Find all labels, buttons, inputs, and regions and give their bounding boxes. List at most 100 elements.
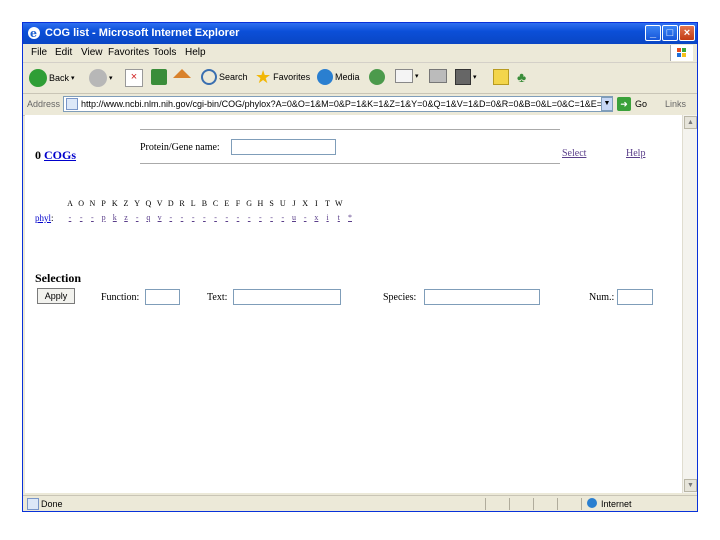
phyletic-link[interactable]: p [99,213,109,222]
menu-favorites[interactable]: Favorites [108,47,149,58]
menu-view[interactable]: View [81,47,103,58]
phyletic-letter: N [89,199,96,208]
phyletic-link[interactable]: - [300,213,310,222]
phyletic-letter: O [78,199,85,208]
address-input[interactable]: http://www.ncbi.nlm.nih.gov/cgi-bin/COG/… [63,96,613,112]
maximize-button[interactable]: □ [662,25,678,41]
phyletic-link[interactable]: - [166,213,176,222]
dropdown-arrow-icon: ▾ [473,74,477,81]
page-done-icon [27,498,39,510]
phyletic-link[interactable]: k [110,213,120,222]
refresh-button[interactable] [151,69,167,85]
text-input[interactable] [233,289,341,305]
go-arrow-icon[interactable]: ➜ [617,97,631,111]
windows-flag-icon [670,45,693,61]
phyletic-link[interactable]: - [188,213,198,222]
phyletic-letter: G [246,199,253,208]
search-button[interactable]: Search [201,69,248,85]
species-label: Species: [383,292,417,303]
phyletic-link[interactable]: - [65,213,75,222]
phyletic-link[interactable]: i [323,213,333,222]
phyletic-link[interactable]: - [278,213,288,222]
title-bar: e COG list - Microsoft Internet Explorer… [23,23,697,44]
phyletic-letter: I [315,199,318,208]
function-label: Function: [101,292,140,303]
phyletic-link[interactable]: u [289,213,299,222]
scroll-down-icon[interactable]: ▼ [684,479,697,492]
go-button[interactable]: Go [635,99,647,109]
phyletic-link[interactable]: - [233,213,243,222]
page-icon [66,98,78,110]
num-input[interactable] [617,289,653,305]
phyletic-letter: Z [123,199,129,208]
phyletic-letter: E [224,199,230,208]
messenger-button[interactable]: ♣ [517,69,526,85]
phyletic-link[interactable]: x [311,213,321,222]
phyletic-link[interactable]: * [345,213,355,222]
phyletic-link[interactable]: - [132,213,142,222]
menu-help[interactable]: Help [185,47,206,58]
phyletic-link[interactable]: - [76,213,86,222]
cog-count: 0 [35,148,41,162]
mail-button[interactable]: ▾ [395,69,419,83]
back-button[interactable]: Back ▾ [29,69,75,87]
edit-button[interactable]: ▾ [455,69,477,85]
media-button[interactable]: Media [317,69,360,85]
stop-button[interactable]: × [125,69,143,87]
vertical-scrollbar[interactable]: ▲ ▼ [682,115,697,493]
phyletic-letter: B [201,199,208,208]
help-link[interactable]: Help [626,148,645,159]
select-link[interactable]: Select [562,148,586,159]
phyletic-link[interactable]: - [244,213,254,222]
menu-file[interactable]: File [31,47,47,58]
phyletic-letter: W [335,199,343,208]
close-button[interactable]: × [679,25,695,41]
phyletic-link[interactable]: t [334,213,344,222]
protein-gene-label: Protein/Gene name: [140,142,220,153]
phyletic-link[interactable]: v [155,213,165,222]
phyletic-letter: J [292,199,296,208]
phyletic-letter: H [257,199,264,208]
scroll-up-icon[interactable]: ▲ [684,116,697,129]
text-label: Text: [207,292,228,303]
phyletic-letter: U [279,199,286,208]
address-bar: Address http://www.ncbi.nlm.nih.gov/cgi-… [23,94,697,116]
cogs-link[interactable]: COGs [44,148,76,162]
top-divider [140,129,560,130]
page-content: 0 COGs Protein/Gene name: Select Help AO… [25,115,682,493]
svg-text:e: e [30,27,37,40]
home-button[interactable] [173,69,191,78]
phyletic-letter: L [190,199,196,208]
home-icon [173,69,191,78]
num-label: Num.: [589,292,615,303]
phyletic-link[interactable]: z [121,213,131,222]
history-button[interactable] [369,69,385,85]
links-button[interactable]: Links [665,99,686,109]
phyletic-link[interactable]: - [255,213,265,222]
phyletic-link[interactable]: - [87,213,97,222]
favorites-button[interactable]: ★ Favorites [255,68,310,86]
species-input[interactable] [424,289,540,305]
function-input[interactable] [145,289,180,305]
discuss-button[interactable] [493,69,509,85]
phyletic-link[interactable]: - [199,213,209,222]
phyletic-link[interactable]: - [211,213,221,222]
phyletic-link[interactable]: q [143,213,153,222]
dropdown-arrow-icon: ▾ [71,75,75,82]
phyletic-letter: X [302,199,309,208]
menu-tools[interactable]: Tools [153,47,176,58]
dropdown-arrow-icon: ▾ [109,75,113,82]
apply-button[interactable]: Apply [37,288,75,304]
phyletic-link[interactable]: - [222,213,232,222]
protein-gene-input[interactable] [231,139,336,155]
phyletic-link[interactable]: - [267,213,277,222]
print-button[interactable] [429,69,447,83]
phyletic-link[interactable]: - [177,213,187,222]
address-label: Address [27,99,61,109]
menu-edit[interactable]: Edit [55,47,72,58]
address-dropdown-button[interactable]: ▼ [601,97,613,111]
forward-button[interactable]: ▾ [89,69,113,87]
phyl-link[interactable]: phyl [35,213,51,223]
search-icon [201,69,217,85]
minimize-button[interactable]: _ [645,25,661,41]
